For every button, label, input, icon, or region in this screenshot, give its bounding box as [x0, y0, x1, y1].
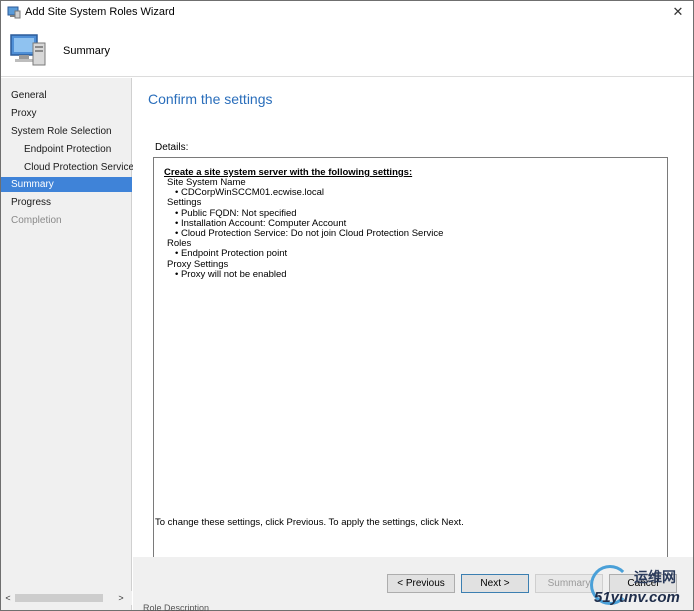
close-button[interactable]: ✕ — [663, 1, 693, 23]
previous-button[interactable]: < Previous — [387, 574, 455, 593]
header-title: Summary — [63, 45, 111, 57]
nav-item-cloud-protection-service[interactable]: Cloud Protection Service — [1, 160, 134, 175]
nav-item-general[interactable]: General — [1, 88, 132, 103]
wizard-nav: General Proxy System Role Selection Endp… — [1, 78, 134, 610]
detail-line: • CDCorpWinSCCM01.ecwise.local — [175, 187, 325, 199]
watermark-top-text: 运维网 — [634, 569, 676, 585]
details-label: Details: — [155, 142, 189, 153]
wizard-header: Summary — [1, 23, 693, 77]
wizard-app-icon — [7, 5, 21, 19]
nav-item-system-role-selection[interactable]: System Role Selection — [1, 124, 132, 139]
nav-item-progress[interactable]: Progress — [1, 195, 132, 210]
main-content: Confirm the settings Details: Create a s… — [133, 78, 693, 610]
instructions-text: To change these settings, click Previous… — [155, 517, 464, 528]
title-bar: Add Site System Roles Wizard ✕ — [1, 1, 693, 23]
page-title: Confirm the settings — [148, 91, 273, 107]
detail-line: • Cloud Protection Service: Do not join … — [175, 228, 444, 240]
window-title: Add Site System Roles Wizard — [25, 6, 175, 18]
nav-item-summary[interactable]: Summary — [1, 177, 132, 192]
nav-item-proxy[interactable]: Proxy — [1, 106, 132, 121]
next-button[interactable]: Next > — [461, 574, 529, 593]
computer-icon — [9, 31, 49, 69]
detail-line: • Proxy will not be enabled — [175, 268, 287, 280]
scroll-left-icon[interactable]: < — [1, 591, 15, 605]
scrollbar-thumb[interactable] — [15, 594, 103, 602]
nav-item-endpoint-protection[interactable]: Endpoint Protection — [1, 142, 132, 157]
nav-horizontal-scrollbar[interactable]: < > — [1, 591, 132, 605]
wizard-window: Add Site System Roles Wizard ✕ Summary G… — [0, 0, 694, 611]
watermark-bottom-text: 51yunv.com — [594, 589, 680, 606]
role-description-label: Role Description — [143, 603, 210, 611]
detail-line: • Endpoint Protection point — [175, 248, 288, 260]
nav-item-completion: Completion — [11, 215, 62, 226]
watermark: 运维网 51yunv.com — [586, 561, 694, 611]
scroll-right-icon[interactable]: > — [114, 591, 128, 605]
